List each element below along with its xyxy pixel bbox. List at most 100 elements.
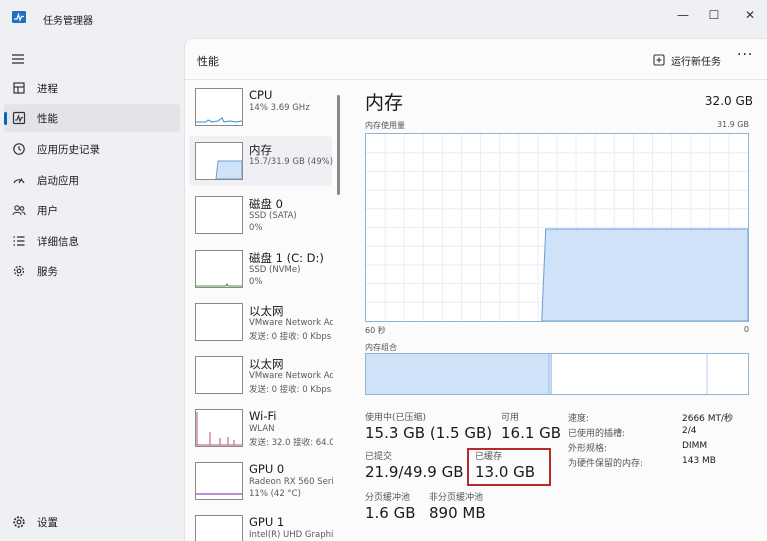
title-bar: 任务管理器 — ☐ ✕ [0,0,767,38]
maximize-button[interactable]: ☐ [701,4,727,26]
hardware-reserved-value: 143 MB [682,456,716,466]
committed-label: 已提交 [365,452,393,462]
time-axis-left: 60 秒 [365,326,386,335]
available-label: 可用 [501,413,520,423]
ethernet2-thumbnail-graph [195,356,243,394]
active-indicator [4,112,7,125]
device-name: Wi-Fi [249,409,277,423]
available-value: 16.1 GB [501,424,562,442]
paged-pool-label: 分页缓冲池 [365,493,411,503]
speed-label: 速度: [568,414,590,424]
device-item-wifi[interactable]: Wi-Fi WLAN 发送: 32.0 接收: 64.0 Kbps [189,403,333,453]
speed-value: 2666 MT/秒 [682,414,734,424]
minimize-button[interactable]: — [670,4,696,26]
device-name: CPU [249,88,273,102]
device-detail: 0% [249,223,263,233]
slots-used-label: 已使用的插槽: [568,429,626,439]
form-factor-value: DIMM [682,441,708,451]
device-detail: 发送: 32.0 接收: 64.0 Kbps [249,438,333,448]
device-item-gpu1[interactable]: GPU 1 Intel(R) UHD Graphics 0% [189,509,333,541]
main-panel: 性能 运行新任务 ··· CPU 14% 3.69 GHz 内存 15.7/31… [184,38,767,541]
paged-pool-value: 1.6 GB [365,504,416,522]
run-new-task-button[interactable]: 运行新任务 [653,51,721,69]
sidebar-item-settings[interactable]: 设置 [4,508,180,536]
cached-value: 13.0 GB [475,463,536,481]
details-icon [13,236,25,246]
device-item-memory[interactable]: 内存 15.7/31.9 GB (49%) [189,136,333,186]
run-task-label: 运行新任务 [671,56,721,68]
device-name: GPU 0 [249,462,285,476]
memory-thumbnail-graph [195,142,243,180]
device-detail: 11% (42 °C) [249,489,301,499]
sidebar-item-app-history[interactable]: 应用历史记录 [4,135,180,163]
detail-title: 内存 [365,92,404,114]
usage-graph-area [541,228,749,322]
sidebar-item-label: 详细信息 [37,235,79,248]
detail-total-capacity: 32.0 GB [704,94,753,108]
task-manager-app-icon [12,11,26,23]
device-item-disk1[interactable]: 磁盘 1 (C: D:) SSD (NVMe) 0% [189,244,332,294]
sidebar-item-label: 应用历史记录 [37,143,100,156]
in-use-label: 使用中(已压缩) [365,413,427,423]
device-name: 内存 [249,143,272,157]
sidebar-item-performance[interactable]: 性能 [4,104,180,132]
sidebar-item-processes[interactable]: 进程 [4,74,180,102]
sidebar-item-users[interactable]: 用户 [4,196,180,224]
device-name: 以太网 [249,304,284,318]
device-item-cpu[interactable]: CPU 14% 3.69 GHz [189,82,332,132]
sidebar: 进程 性能 应用历史记录 启动应用 用户 详细信息 服务 设置 [0,38,184,541]
device-subtitle: SSD (NVMe) [249,265,301,275]
device-list: CPU 14% 3.69 GHz 内存 15.7/31.9 GB (49%) 磁… [185,80,335,541]
device-detail: 0% [249,277,263,287]
device-subtitle: VMware Network Adapter [249,318,333,328]
gpu1-thumbnail-graph [195,515,243,541]
sidebar-item-label: 性能 [37,112,58,125]
device-subtitle: Radeon RX 560 Series [249,477,333,487]
device-subtitle: 15.7/31.9 GB (49%) [249,157,333,167]
performance-icon [12,111,26,125]
device-subtitle: 14% 3.69 GHz [249,103,310,113]
more-options-button[interactable]: ··· [737,47,753,63]
device-item-disk0[interactable]: 磁盘 0 SSD (SATA) 0% [189,190,332,240]
device-name: 磁盘 0 [249,197,283,211]
gpu0-thumbnail-graph [195,462,243,500]
hardware-reserved-label: 为硬件保留的内存: [568,459,644,469]
slots-used-value: 2/4 [682,426,697,436]
maximize-icon: ☐ [708,8,720,22]
disk1-thumbnail-graph [195,250,243,288]
memory-composition-bar [365,353,749,395]
sidebar-item-label: 启动应用 [37,174,79,187]
window-title: 任务管理器 [43,16,93,27]
minimize-icon: — [677,8,689,22]
sidebar-item-details[interactable]: 详细信息 [4,227,180,255]
device-name: GPU 1 [249,515,285,529]
composition-in-use [366,354,550,394]
device-list-scrollbar[interactable] [337,95,340,195]
device-item-gpu0[interactable]: GPU 0 Radeon RX 560 Series 11% (42 °C) [189,456,333,506]
device-item-ethernet-1[interactable]: 以太网 VMware Network Adapter 发送: 0 接收: 0 K… [189,297,333,347]
app-history-icon [13,143,25,155]
composition-standby [551,354,708,394]
run-task-icon [653,54,665,66]
disk0-thumbnail-graph [195,196,243,234]
device-detail: 发送: 0 接收: 0 Kbps [249,332,332,342]
device-name: 以太网 [249,357,284,371]
time-axis-right: 0 [743,325,749,334]
sidebar-item-services[interactable]: 服务 [4,257,180,285]
sidebar-item-label: 进程 [37,82,58,95]
usage-graph-label: 内存使用量 [365,121,405,130]
settings-gear-icon [13,516,25,528]
device-subtitle: SSD (SATA) [249,211,297,221]
usage-graph-max: 31.9 GB [716,120,749,129]
composition-free [707,354,748,394]
cpu-thumbnail-graph [195,88,243,126]
hamburger-menu-icon[interactable] [10,52,26,66]
form-factor-label: 外形规格: [568,444,608,454]
sidebar-item-startup-apps[interactable]: 启动应用 [4,166,180,194]
device-name: 磁盘 1 (C: D:) [249,251,324,265]
page-title: 性能 [197,55,219,68]
sidebar-item-label: 用户 [37,204,58,217]
device-item-ethernet-2[interactable]: 以太网 VMware Network Adapter 发送: 0 接收: 0 K… [189,350,333,400]
close-button[interactable]: ✕ [737,4,763,26]
sidebar-item-label: 服务 [37,265,58,278]
